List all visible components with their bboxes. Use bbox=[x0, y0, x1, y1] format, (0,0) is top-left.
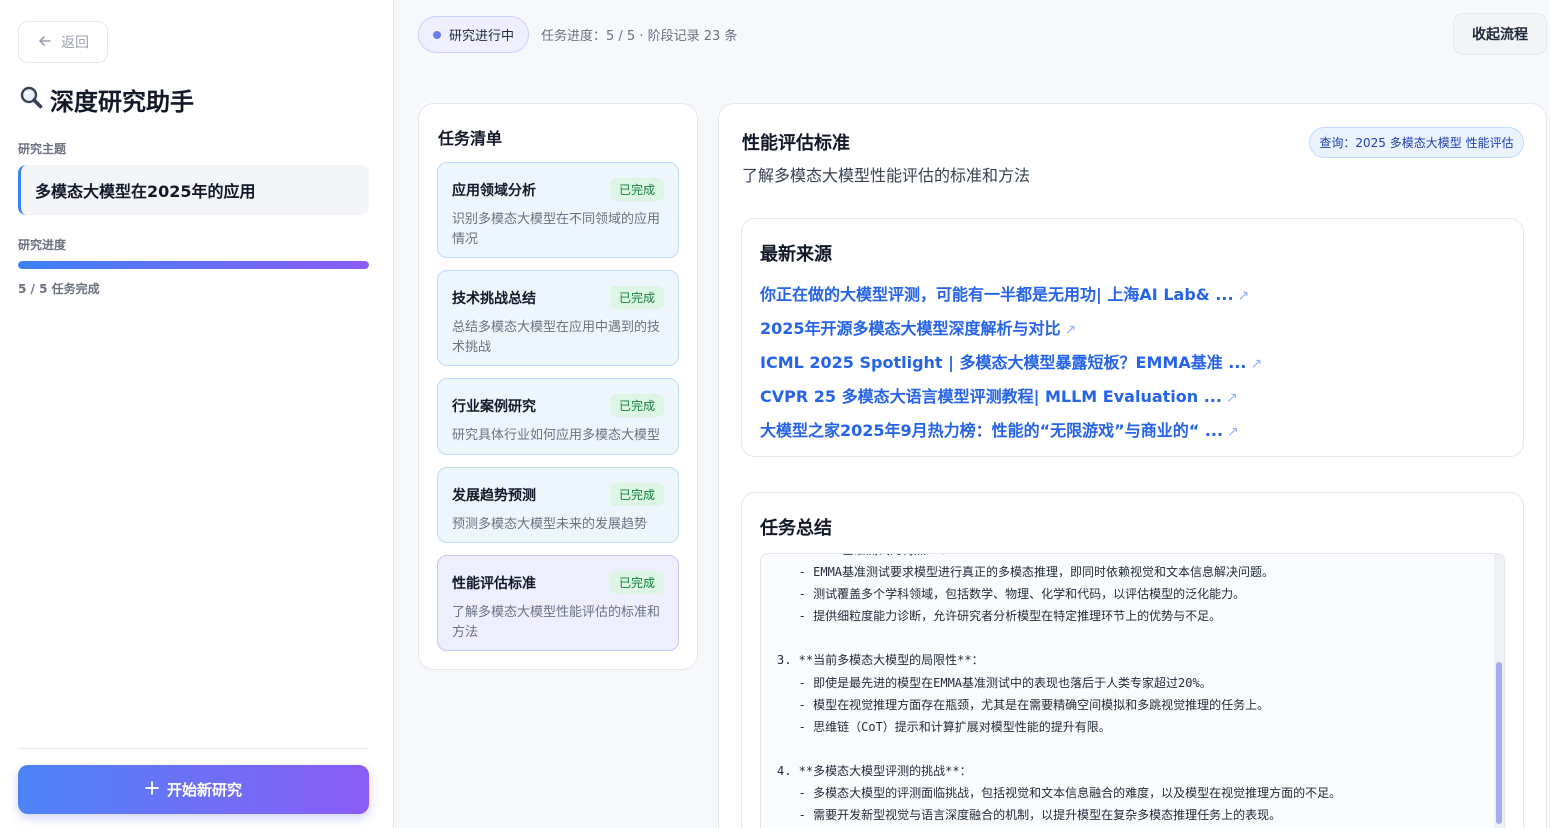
external-link-icon: ↗ bbox=[1250, 356, 1263, 372]
task-desc: 研究具体行业如何应用多模态大模型 bbox=[452, 428, 661, 443]
status-dot-icon bbox=[433, 30, 441, 39]
detail-desc: 了解多模态大模型性能评估的标准和方法 bbox=[742, 166, 1031, 185]
new-research-button[interactable]: 开始新研究 bbox=[18, 765, 369, 814]
magnifier-icon bbox=[18, 84, 44, 116]
scrollbar[interactable] bbox=[1494, 554, 1504, 828]
source-link[interactable]: 2025年开源多模态大模型深度解析与对比 ↗ bbox=[760, 315, 1076, 339]
external-link-icon: ↗ bbox=[1227, 424, 1239, 440]
external-link-icon: ↗ bbox=[1237, 288, 1250, 304]
source-link-text: 你正在做的大模型评测，可能有一半都是无用功| 上海AI Lab& ... bbox=[760, 285, 1234, 304]
status-badge: 已完成 bbox=[609, 394, 664, 417]
summary-scroll-area[interactable]: 2. **EMMA基准测试的特点**： - EMMA基准测试要求模型进行真正的多… bbox=[760, 553, 1505, 828]
scrollbar-thumb[interactable] bbox=[1496, 662, 1502, 824]
sources-title: 最新来源 bbox=[760, 244, 832, 265]
collapse-flow-button[interactable]: 收起流程 bbox=[1453, 13, 1547, 55]
external-link-icon: ↗ bbox=[1064, 322, 1077, 338]
task-name: 应用领域分析 bbox=[452, 182, 536, 199]
summary-title: 任务总结 bbox=[760, 518, 832, 539]
new-research-label: 开始新研究 bbox=[166, 782, 242, 799]
sidebar-divider bbox=[18, 748, 369, 749]
task-name: 性能评估标准 bbox=[452, 575, 536, 592]
progress-label: 研究进度 bbox=[18, 238, 67, 252]
task-card[interactable]: 行业案例研究 已完成 研究具体行业如何应用多模态大模型 bbox=[437, 378, 679, 455]
task-list-panel: 任务清单 应用领域分析 已完成 识别多模态大模型在不同领域的应用情况 技术挑战总… bbox=[418, 103, 698, 670]
task-card-active[interactable]: 性能评估标准 已完成 了解多模态大模型性能评估的标准和方法 bbox=[437, 555, 679, 651]
task-list-title: 任务清单 bbox=[438, 129, 503, 148]
task-name: 发展趋势预测 bbox=[452, 487, 536, 504]
status-badge: 已完成 bbox=[609, 178, 664, 201]
summary-text: 2. **EMMA基准测试的特点**： - EMMA基准测试要求模型进行真正的多… bbox=[777, 554, 1342, 823]
task-card[interactable]: 应用领域分析 已完成 识别多模态大模型在不同领域的应用情况 bbox=[437, 162, 679, 258]
task-card[interactable]: 发展趋势预测 已完成 预测多模态大模型未来的发展趋势 bbox=[437, 467, 679, 543]
source-link-text: 大模型之家2025年9月热力榜：性能的“无限游戏”与商业的“ ... bbox=[760, 421, 1224, 440]
task-desc: 识别多模态大模型在不同领域的应用情况 bbox=[452, 212, 661, 247]
task-desc: 预测多模态大模型未来的发展趋势 bbox=[452, 517, 648, 532]
back-label: 返回 bbox=[61, 34, 89, 50]
progress-text: 5 / 5 任务完成 bbox=[18, 282, 100, 296]
status-badge: 已完成 bbox=[609, 286, 664, 309]
query-badge: 查询：2025 多模态大模型 性能评估 bbox=[1309, 127, 1524, 158]
status-badge: 已完成 bbox=[609, 483, 664, 506]
sidebar: 返回 深度研究助手 研究主题 多模态大模型在2025年的应用 研究进度 5 / … bbox=[0, 0, 394, 828]
task-detail-panel: 性能评估标准 了解多模态大模型性能评估的标准和方法 查询：2025 多模态大模型… bbox=[718, 103, 1547, 828]
detail-title: 性能评估标准 bbox=[742, 133, 850, 154]
app-title-text: 深度研究助手 bbox=[50, 88, 194, 116]
source-link[interactable]: CVPR 25 多模态大语言模型评测教程| MLLM Evaluation ..… bbox=[760, 383, 1238, 407]
arrow-left-icon bbox=[37, 33, 53, 52]
status-badge: 已完成 bbox=[609, 571, 664, 594]
source-link-text: CVPR 25 多模态大语言模型评测教程| MLLM Evaluation ..… bbox=[760, 387, 1222, 406]
source-link[interactable]: ICML 2025 Spotlight | 多模态大模型暴露短板？EMMA基准 … bbox=[760, 349, 1262, 373]
source-link-text: 2025年开源多模态大模型深度解析与对比 bbox=[760, 319, 1061, 338]
sources-box: 最新来源 你正在做的大模型评测，可能有一半都是无用功| 上海AI Lab& ..… bbox=[741, 218, 1524, 457]
task-progress-text: 任务进度：5 / 5 · 阶段记录 23 条 bbox=[541, 29, 738, 44]
app-title: 深度研究助手 bbox=[18, 82, 194, 117]
research-topic: 多模态大模型在2025年的应用 bbox=[18, 165, 369, 215]
source-link[interactable]: 大模型之家2025年9月热力榜：性能的“无限游戏”与商业的“ ... ↗ bbox=[760, 417, 1239, 441]
status-text: 研究进行中 bbox=[449, 29, 515, 44]
task-name: 技术挑战总结 bbox=[452, 290, 536, 307]
summary-box: 任务总结 2. **EMMA基准测试的特点**： - EMMA基准测试要求模型进… bbox=[741, 492, 1524, 828]
task-name: 行业案例研究 bbox=[452, 398, 536, 415]
source-link-text: ICML 2025 Spotlight | 多模态大模型暴露短板？EMMA基准 … bbox=[760, 353, 1247, 372]
external-link-icon: ↗ bbox=[1225, 390, 1238, 406]
task-card[interactable]: 技术挑战总结 已完成 总结多模态大模型在应用中遇到的技术挑战 bbox=[437, 270, 679, 366]
research-progress-fill bbox=[18, 261, 369, 269]
task-desc: 总结多模态大模型在应用中遇到的技术挑战 bbox=[452, 320, 661, 355]
research-progress-bar bbox=[18, 261, 369, 269]
status-badge: 研究进行中 bbox=[418, 16, 529, 53]
topic-label: 研究主题 bbox=[18, 142, 67, 156]
task-desc: 了解多模态大模型性能评估的标准和方法 bbox=[452, 605, 661, 640]
back-button[interactable]: 返回 bbox=[18, 21, 108, 63]
source-link[interactable]: 你正在做的大模型评测，可能有一半都是无用功| 上海AI Lab& ... ↗ bbox=[760, 281, 1249, 305]
plus-icon bbox=[145, 780, 159, 799]
